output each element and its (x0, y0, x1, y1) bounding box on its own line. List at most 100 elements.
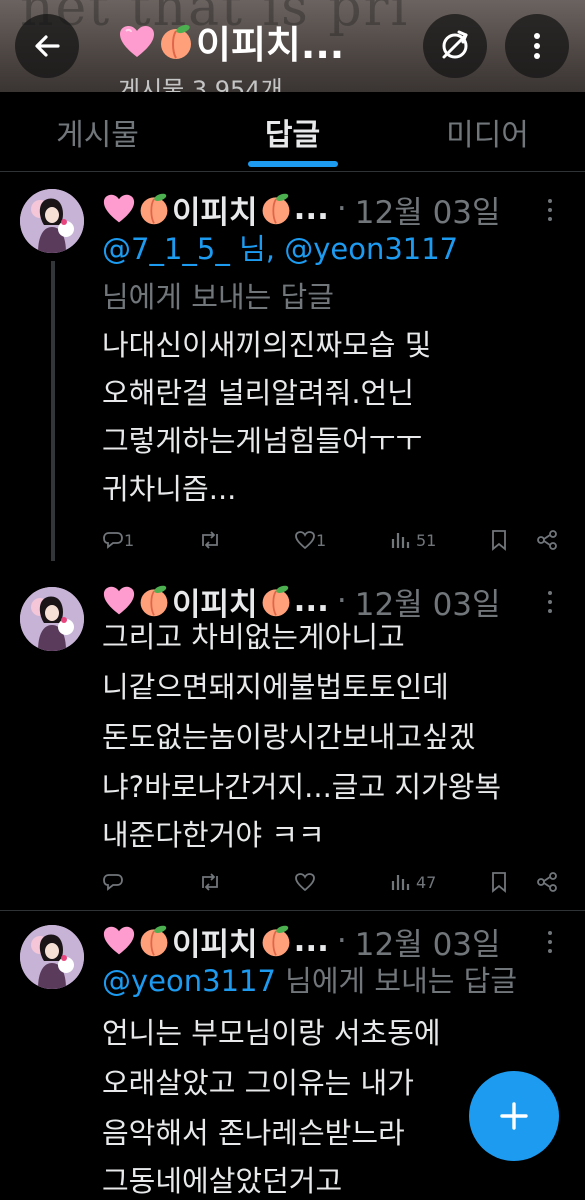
tab-media-label: 미디어 (446, 117, 529, 153)
post-text-line: 귀차니즘... (102, 472, 237, 506)
post-text-line: 언니는 부모님이랑 서초동에 (102, 1016, 441, 1050)
reply-icon (103, 532, 123, 549)
reply-button[interactable] (102, 871, 198, 893)
mention-suffix: 님, (239, 232, 275, 266)
reply-to-line: @yeon3117 님에게 보내는 답글 (102, 961, 517, 1001)
share-icon (537, 530, 557, 550)
mention-link[interactable]: @yeon3117 (102, 964, 276, 998)
post-actions: 1 1 51 (102, 525, 562, 555)
translate-button[interactable] (423, 14, 487, 78)
reply-to-label: 님에게 보내는 답글 (102, 280, 334, 314)
retweet-button[interactable] (198, 871, 294, 893)
reply-post[interactable]: 이피치 ... · 12월 03일 @7_1_5_ 님, @yeon3117 님… (0, 173, 585, 568)
peach-emoji-icon (262, 925, 289, 957)
mention-link[interactable]: @7_1_5_ (102, 232, 230, 266)
name-ellipsis: ... (293, 923, 329, 959)
heart-emoji-icon (103, 926, 135, 955)
bookmark-button[interactable] (490, 529, 536, 551)
views-bar-icon (391, 533, 410, 548)
post-date[interactable]: 12월 03일 (355, 919, 501, 964)
tab-replies-label: 답글 (264, 117, 321, 153)
heart-emoji-icon (120, 25, 154, 57)
profile-header: net that is pri 이피치... 게시물 3,954개 (0, 0, 585, 92)
author-name-text: 이피치 (172, 194, 258, 231)
avatar-image (20, 189, 84, 253)
profile-name: 이피치... (196, 23, 345, 67)
avatar[interactable] (20, 189, 84, 253)
post-text-line: 그동네에살았던거고 (102, 1164, 343, 1198)
post-text-line: 그리고 차비없는게아니고 (102, 620, 405, 654)
share-button[interactable] (536, 529, 562, 551)
peach-emoji-icon (140, 925, 168, 957)
retweet-icon (202, 531, 218, 549)
tab-media[interactable]: 미디어 (390, 92, 585, 171)
peach-emoji-icon (262, 585, 289, 617)
post-text-line: 니같으면돼지에불법토토인데 (102, 670, 449, 704)
post-menu-icon[interactable] (540, 927, 560, 957)
post-text-line: 내준다한거야 ㅋㅋ (102, 818, 325, 852)
post-date[interactable]: 12월 03일 (355, 187, 501, 232)
more-options-button[interactable] (505, 14, 569, 78)
peach-emoji-icon (140, 585, 168, 617)
post-header: 이피치 ... · 12월 03일 (102, 919, 501, 964)
post-header: 이피치 ... · 12월 03일 (102, 187, 501, 232)
bookmark-icon (492, 530, 506, 551)
retweet-button[interactable] (198, 529, 294, 551)
post-text-line: 그렇게하는게넘힘들어ㅜㅜ (102, 424, 423, 458)
retweet-icon (202, 873, 218, 891)
reply-count: 1 (124, 530, 135, 550)
post-actions: 47 (102, 867, 562, 897)
heart-outline-icon (295, 531, 315, 550)
view-count: 51 (416, 530, 437, 550)
peach-emoji-icon (161, 24, 191, 59)
plus-icon (500, 1102, 528, 1130)
profile-tabs: 게시물 답글 미디어 (0, 92, 585, 172)
back-button[interactable] (15, 14, 79, 78)
mention-link[interactable]: @yeon3117 (284, 232, 458, 266)
share-icon (537, 872, 557, 892)
reply-to-label: 님에게 보내는 답글 (285, 964, 518, 998)
like-button[interactable] (294, 872, 390, 892)
like-count: 1 (316, 530, 327, 550)
post-count: 게시물 3,954개 (118, 76, 283, 92)
reply-button[interactable]: 1 (102, 529, 198, 551)
post-text-line: 오래살았고 그이유는 내가 (102, 1066, 414, 1100)
post-header: 이피치 ... · 12월 03일 (102, 581, 501, 623)
heart-emoji-icon (103, 194, 135, 223)
heart-emoji-icon (103, 586, 135, 615)
post-text-line: 돈도없는놈이랑시간보내고싶겠 (102, 720, 476, 754)
tab-posts-label: 게시물 (56, 117, 139, 153)
compose-button[interactable] (469, 1071, 559, 1161)
views-button[interactable]: 51 (390, 530, 490, 550)
tab-posts[interactable]: 게시물 (0, 92, 195, 171)
slashed-circle-icon (442, 30, 468, 59)
tab-replies[interactable]: 답글 (195, 92, 390, 171)
name-ellipsis: ... (293, 191, 329, 227)
avatar[interactable] (20, 925, 84, 989)
views-button[interactable]: 47 (390, 872, 490, 892)
post-text-line: 나대신이새끼의진짜모습 및 (102, 328, 432, 362)
reply-to-mentions: @7_1_5_ 님, @yeon3117 (102, 229, 458, 269)
active-tab-indicator (247, 161, 338, 167)
post-menu-icon[interactable] (540, 587, 560, 617)
reply-icon (103, 874, 123, 891)
like-button[interactable]: 1 (294, 530, 390, 550)
bookmark-button[interactable] (490, 871, 536, 893)
back-arrow-icon (35, 35, 60, 57)
reply-post[interactable]: 이피치 ... · 12월 03일 그리고 차비없는게아니고 니같으면돼지에불법… (0, 575, 585, 910)
author-name[interactable]: 이피치 ... (102, 919, 329, 964)
share-button[interactable] (536, 871, 562, 893)
heart-outline-icon (295, 873, 315, 892)
avatar-image (20, 587, 84, 651)
bookmark-icon (492, 872, 506, 893)
avatar[interactable] (20, 587, 84, 651)
author-name-text: 이피치 (172, 926, 258, 963)
post-text-line: 냐?바로나간거지...글고 지가왕복 (102, 770, 502, 804)
meta-separator: · (336, 583, 347, 619)
thread-line (51, 261, 55, 561)
post-menu-icon[interactable] (540, 195, 560, 225)
profile-title: 이피치... (118, 14, 344, 69)
author-name[interactable]: 이피치 ... (102, 187, 329, 232)
post-text-line: 오해란걸 널리알려줘.언닌 (102, 376, 414, 410)
meta-separator: · (336, 923, 347, 959)
